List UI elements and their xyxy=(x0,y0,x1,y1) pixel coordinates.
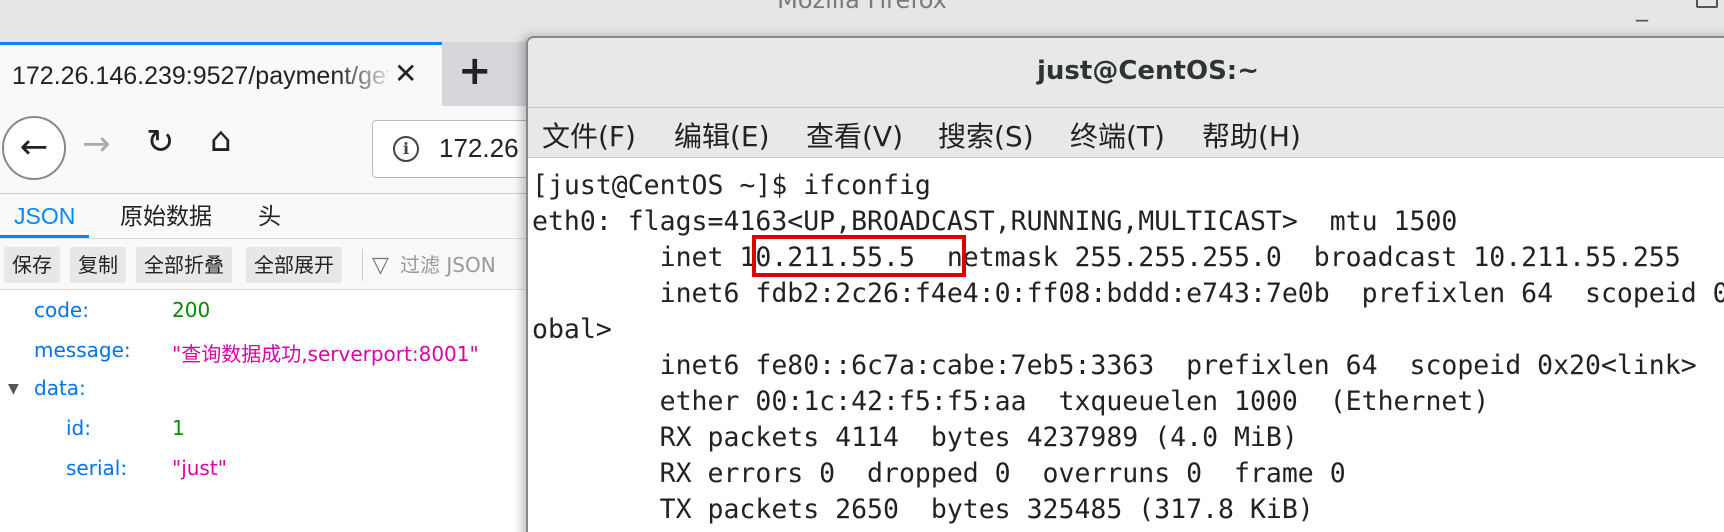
forward-arrow-icon[interactable]: → xyxy=(82,124,111,164)
tab-fade xyxy=(336,53,396,101)
ip-highlight-box xyxy=(752,235,966,277)
minimize-button[interactable]: _ xyxy=(1636,0,1648,22)
json-row-data[interactable]: data: xyxy=(34,376,86,400)
terminal-line: [just@CentOS ~]$ ifconfig xyxy=(532,170,931,201)
info-icon[interactable]: i xyxy=(393,136,419,162)
terminal-window[interactable]: just@CentOS:~ 文件(F) 编辑(E) 查看(V) 搜索(S) 终端… xyxy=(526,36,1724,532)
json-viewer-tabs: JSON 原始数据 头 xyxy=(0,194,540,238)
filter-json-input[interactable]: 过滤 JSON xyxy=(400,249,496,278)
save-button[interactable]: 保存 xyxy=(4,247,60,283)
copy-button[interactable]: 复制 xyxy=(70,247,126,283)
tab-headers[interactable]: 头 xyxy=(258,194,281,238)
url-text[interactable]: 172.26 xyxy=(439,133,519,164)
firefox-navbar: ← → ↻ ⌂ i 172.26 xyxy=(0,106,572,194)
menu-file[interactable]: 文件(F) xyxy=(542,115,636,155)
collapse-all-button[interactable]: 全部折叠 xyxy=(136,247,232,283)
terminal-line: ether 00:1c:42:f5:f5:aa txqueuelen 1000 … xyxy=(532,386,1490,417)
reload-icon[interactable]: ↻ xyxy=(146,122,175,162)
menu-search[interactable]: 搜索(S) xyxy=(938,115,1034,155)
json-value: 1 xyxy=(172,416,185,440)
terminal-line: eth0: flags=4163<UP,BROADCAST,RUNNING,MU… xyxy=(532,206,1458,237)
tab-json[interactable]: JSON xyxy=(0,194,90,238)
terminal-titlebar[interactable]: just@CentOS:~ xyxy=(528,38,1724,108)
tab-raw-data[interactable]: 原始数据 xyxy=(120,194,212,238)
json-toolbar: 保存 复制 全部折叠 全部展开 ▽ 过滤 JSON xyxy=(0,238,540,290)
terminal-line: obal> xyxy=(532,314,612,345)
new-tab-button[interactable]: + xyxy=(458,48,492,94)
home-icon[interactable]: ⌂ xyxy=(210,120,232,160)
firefox-window-title: Mozilla Firefox xyxy=(777,0,947,14)
expand-twisty-icon[interactable]: ▼ xyxy=(8,381,19,397)
tab-title: 172.26.146.239:9527/payment/get/1 xyxy=(12,62,388,90)
menu-view[interactable]: 查看(V) xyxy=(806,115,903,155)
terminal-output[interactable]: [just@CentOS ~]$ ifconfig eth0: flags=41… xyxy=(528,158,1724,532)
json-value: 200 xyxy=(172,298,211,322)
toolbar-divider xyxy=(362,249,363,281)
close-tab-icon[interactable]: ✕ xyxy=(394,57,417,90)
terminal-line: RX packets 4114 bytes 4237989 (4.0 MiB) xyxy=(532,422,1298,453)
terminal-line: RX errors 0 dropped 0 overruns 0 frame 0 xyxy=(532,458,1346,489)
terminal-line: inet6 fe80::6c7a:cabe:7eb5:3363 prefixle… xyxy=(532,350,1697,381)
json-tree: code: 200 message: "查询数据成功,serverport:80… xyxy=(0,290,540,532)
json-value: "查询数据成功,serverport:8001" xyxy=(172,342,479,366)
json-row-message[interactable]: message: xyxy=(34,338,131,362)
json-value: "just" xyxy=(172,456,227,480)
json-row-serial[interactable]: serial: xyxy=(66,456,127,480)
menu-help[interactable]: 帮助(H) xyxy=(1202,115,1301,155)
json-key: serial: xyxy=(66,456,128,480)
terminal-line: inet6 fdb2:2c26:f4e4:0:ff08:bddd:e743:7e… xyxy=(659,278,1724,309)
json-key: message: xyxy=(34,338,131,362)
terminal-line: inet 10.211.55.5 netmask 255.255.255.0 b… xyxy=(532,242,1681,273)
json-row-id[interactable]: id: xyxy=(66,416,91,440)
terminal-title: just@CentOS:~ xyxy=(1037,56,1259,86)
terminal-line: TX packets 2650 bytes 325485 (317.8 KiB) xyxy=(532,494,1314,525)
maximize-button[interactable] xyxy=(1696,0,1718,8)
filter-icon: ▽ xyxy=(372,253,389,278)
menu-edit[interactable]: 编辑(E) xyxy=(674,115,770,155)
json-key: data: xyxy=(34,376,86,400)
back-arrow-icon[interactable]: ← xyxy=(2,116,66,180)
menu-terminal[interactable]: 终端(T) xyxy=(1070,115,1165,155)
expand-all-button[interactable]: 全部展开 xyxy=(246,247,342,283)
json-key: id: xyxy=(66,416,91,440)
json-row-code[interactable]: code: xyxy=(34,298,89,322)
browser-tab[interactable]: 172.26.146.239:9527/payment/get/1 ✕ xyxy=(0,42,442,106)
firefox-tabstrip: 172.26.146.239:9527/payment/get/1 ✕ + xyxy=(0,42,540,106)
json-key: code: xyxy=(34,298,89,322)
terminal-menubar: 文件(F) 编辑(E) 查看(V) 搜索(S) 终端(T) 帮助(H) xyxy=(528,108,1724,158)
